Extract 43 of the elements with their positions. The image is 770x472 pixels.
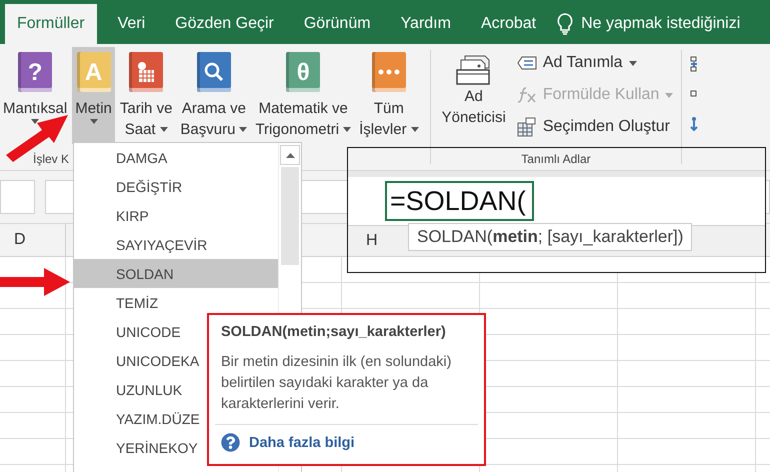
ribbon-tab[interactable]: Gözden Geçir <box>160 4 289 44</box>
function-category-button[interactable]: Tüm İşlevler <box>356 47 422 144</box>
tell-me-search[interactable]: Ne yapmak istediğinizi <box>581 15 740 33</box>
tag-icon <box>516 56 537 70</box>
name-manager-button[interactable]: Ad Yöneticisi <box>438 47 509 144</box>
tooltip-description: Bir metin dizesinin ilk (en solundaki) belirtilen sayıdaki karakter ya da karakterlerini verir. <box>221 353 452 414</box>
function-category-button[interactable]: Tarih ve Saat <box>116 47 176 144</box>
ribbon-tab[interactable]: Formüller <box>5 4 97 44</box>
column-header[interactable]: H <box>366 232 378 250</box>
lightbulb-icon <box>557 13 574 35</box>
book-icon: θ <box>286 52 320 92</box>
book-icon: ? <box>18 52 52 92</box>
group-label: İşlev K <box>33 152 70 166</box>
book-icon: A <box>76 52 111 92</box>
menu-item[interactable]: SOLDAN <box>74 259 278 288</box>
function-category-button[interactable]: θ Matematik ve Trigonometri <box>252 47 354 144</box>
menu-item[interactable]: DAMGA <box>74 143 278 172</box>
ribbon-tab[interactable]: Acrobat <box>466 4 552 44</box>
function-hint: SOLDAN(metin; [sayı_karakterler]) <box>408 223 692 251</box>
column-header[interactable]: D <box>14 231 26 249</box>
group-label: Tanımlı Adlar <box>521 152 591 166</box>
table-icon <box>516 117 537 137</box>
ribbon-command[interactable]: Ad Tanımla <box>516 51 674 75</box>
ribbon-tab[interactable]: Görünüm <box>288 4 386 44</box>
function-category-button[interactable]: A Metin <box>72 47 115 144</box>
menu-item[interactable]: TEMİZ <box>74 288 278 317</box>
menu-item[interactable]: KIRP <box>74 201 278 230</box>
ribbon-tab[interactable]: Yardım <box>386 4 466 44</box>
scroll-up-button[interactable] <box>280 145 300 165</box>
more-info-link[interactable]: Daha fazla bilgi <box>249 434 355 450</box>
function-category-button[interactable]: Arama ve Başvuru <box>177 47 250 144</box>
active-cell[interactable]: =SOLDAN( <box>385 181 534 221</box>
pointer-arrow <box>0 268 70 296</box>
ribbon-command[interactable]: Seçimden Oluştur <box>516 115 674 139</box>
scrollbar-thumb[interactable] <box>281 167 299 265</box>
menu-item[interactable]: SAYIYAÇEVİR <box>74 230 278 259</box>
tooltip-title: SOLDAN(metin;sayı_karakterler) <box>221 324 447 340</box>
help-icon <box>221 433 240 452</box>
function-icon <box>516 86 537 104</box>
function-category-button[interactable]: ? Mantıksal <box>0 47 70 144</box>
menu-item[interactable]: DEĞİŞTİR <box>74 172 278 201</box>
ribbon-tab[interactable]: Veri <box>102 4 160 44</box>
scroll-up-arrow-icon <box>286 152 294 158</box>
